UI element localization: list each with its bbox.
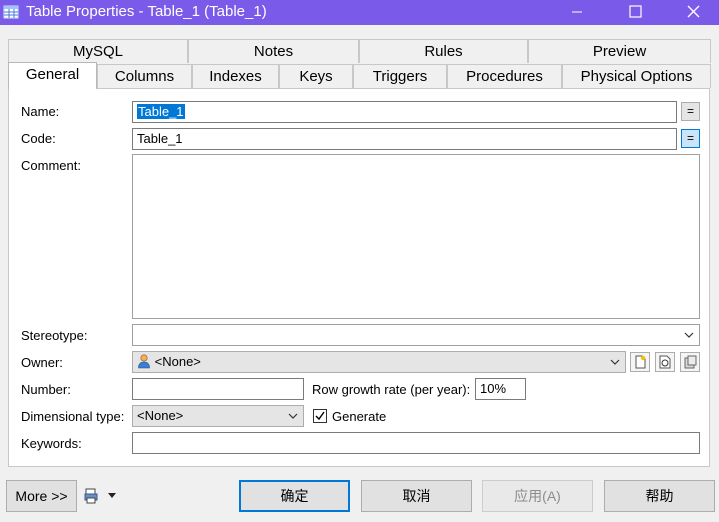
print-menu-button[interactable]	[84, 488, 118, 504]
apply-label: 应用(A)	[514, 488, 561, 504]
maximize-button[interactable]	[612, 0, 658, 25]
ok-button[interactable]: 确定	[239, 480, 350, 512]
tab-general[interactable]: General	[8, 62, 97, 89]
code-label: Code:	[21, 131, 56, 146]
row-growth-label: Row growth rate (per year):	[312, 382, 471, 397]
properties-icon	[684, 355, 697, 369]
printer-icon	[84, 488, 98, 504]
code-field[interactable]: Table_1	[132, 128, 677, 150]
comment-textarea[interactable]	[132, 154, 700, 319]
keywords-label: Keywords:	[21, 436, 82, 451]
new-document-icon	[635, 355, 646, 369]
tab-label: Indexes	[209, 68, 262, 85]
select-owner-button[interactable]	[655, 352, 675, 372]
more-label: More >>	[15, 488, 68, 504]
help-label: 帮助	[645, 488, 674, 504]
name-field[interactable]: Table_1	[132, 101, 677, 123]
owner-value: <None>	[154, 354, 201, 369]
checkmark-icon	[315, 411, 325, 421]
tab-label: Preview	[592, 43, 647, 60]
keywords-field[interactable]	[132, 432, 700, 454]
number-label: Number:	[21, 382, 71, 397]
more-button[interactable]: More >>	[6, 480, 77, 512]
comment-label: Comment:	[21, 158, 81, 173]
dropdown-arrow-icon	[108, 493, 116, 498]
tab-physical-options[interactable]: Physical Options	[562, 64, 711, 88]
code-value: Table_1	[137, 131, 183, 146]
code-sync-button[interactable]: =	[681, 129, 700, 148]
title-bar: Table Properties - Table_1 (Table_1)	[0, 0, 719, 25]
owner-label: Owner:	[21, 355, 63, 370]
minimize-icon	[572, 11, 582, 13]
tab-label: Triggers	[372, 68, 428, 85]
tab-triggers[interactable]: Triggers	[353, 64, 447, 88]
dimensional-type-combo[interactable]: <None>	[132, 405, 304, 427]
browse-icon	[659, 355, 671, 369]
tab-label: Notes	[253, 43, 294, 60]
close-icon	[687, 5, 700, 18]
tab-label: MySQL	[72, 43, 123, 60]
equals-icon: =	[686, 131, 694, 145]
owner-properties-button[interactable]	[680, 352, 700, 372]
tab-label: Rules	[424, 43, 463, 60]
tab-label: Columns	[114, 68, 175, 85]
stereotype-label: Stereotype:	[21, 328, 88, 343]
apply-button[interactable]: 应用(A)	[482, 480, 593, 512]
generate-label: Generate	[332, 409, 387, 424]
tab-keys[interactable]: Keys	[279, 64, 353, 88]
name-label: Name:	[21, 104, 60, 119]
tab-notes[interactable]: Notes	[188, 39, 359, 63]
equals-icon: =	[686, 104, 694, 118]
dimensional-type-label: Dimensional type:	[21, 409, 125, 424]
number-field[interactable]	[132, 378, 304, 400]
tab-label: Physical Options	[580, 68, 693, 85]
tab-rules[interactable]: Rules	[359, 39, 528, 63]
close-button[interactable]	[670, 0, 716, 25]
stereotype-combo[interactable]	[132, 324, 700, 346]
tab-label: Keys	[299, 68, 333, 85]
tab-mysql[interactable]: MySQL	[8, 39, 188, 63]
row-growth-field[interactable]: 10%	[475, 378, 526, 400]
name-code-sync-button[interactable]: =	[681, 102, 700, 121]
tab-label: General	[25, 66, 80, 83]
generate-checkbox[interactable]	[313, 409, 327, 423]
create-owner-button[interactable]	[630, 352, 650, 372]
maximize-icon	[629, 5, 642, 18]
tab-preview[interactable]: Preview	[528, 39, 711, 63]
row-growth-value: 10%	[480, 381, 507, 396]
ok-label: 确定	[280, 488, 309, 504]
owner-combo[interactable]: <None>	[132, 351, 626, 373]
chevron-down-icon[interactable]	[683, 325, 695, 345]
user-icon	[138, 354, 150, 369]
window-title: Table Properties - Table_1 (Table_1)	[26, 3, 267, 20]
cancel-label: 取消	[402, 488, 431, 504]
chevron-down-icon[interactable]	[287, 406, 299, 426]
table-icon	[3, 5, 19, 19]
tab-procedures[interactable]: Procedures	[447, 64, 562, 88]
dimensional-type-value: <None>	[137, 408, 184, 423]
name-value: Table_1	[137, 104, 185, 119]
tab-indexes[interactable]: Indexes	[192, 64, 279, 88]
minimize-button[interactable]	[554, 0, 600, 25]
tab-label: Procedures	[466, 68, 543, 85]
chevron-down-icon[interactable]	[609, 352, 621, 372]
cancel-button[interactable]: 取消	[361, 480, 472, 512]
help-button[interactable]: 帮助	[604, 480, 715, 512]
tab-columns[interactable]: Columns	[97, 64, 192, 88]
